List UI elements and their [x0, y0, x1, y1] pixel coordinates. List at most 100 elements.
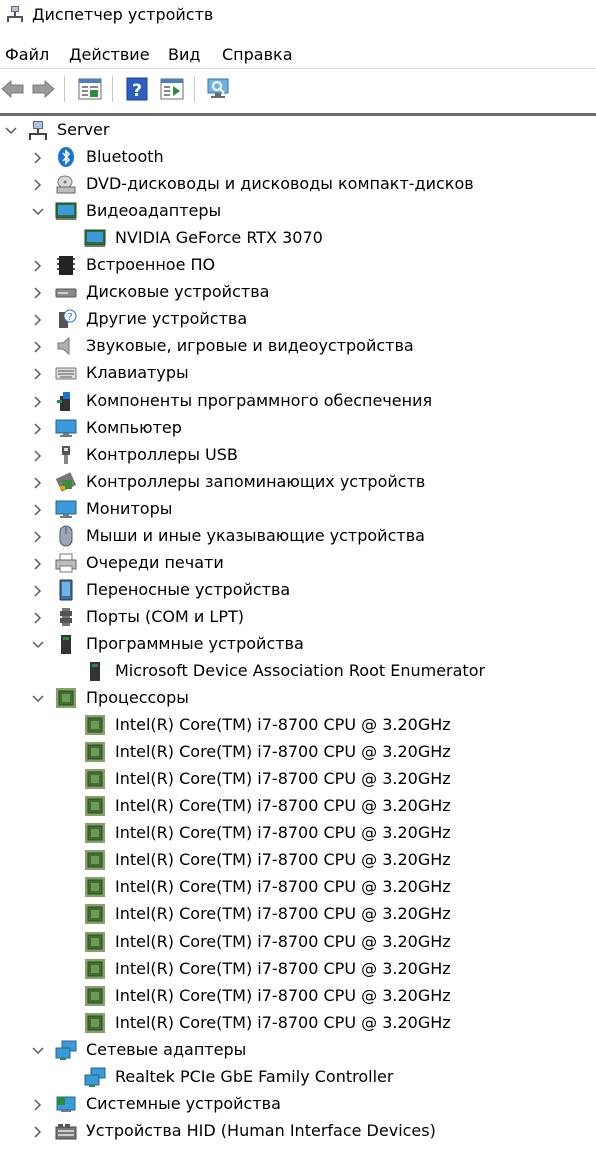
- port-icon: [55, 606, 77, 628]
- tree-item-label: Процессоры: [86, 688, 189, 708]
- chevron-right-icon[interactable]: [31, 556, 45, 570]
- tree-device[interactable]: Intel(R) Core(TM) i7-8700 CPU @ 3.20GHz: [0, 983, 596, 1010]
- chevron-right-icon[interactable]: [31, 610, 45, 624]
- computer-network-icon: [27, 119, 49, 141]
- tree-root[interactable]: Server: [0, 117, 596, 144]
- tree-item-label: Intel(R) Core(TM) i7-8700 CPU @ 3.20GHz: [115, 931, 451, 951]
- processor-icon: [84, 903, 106, 925]
- chevron-right-icon[interactable]: [31, 150, 45, 164]
- tree-category[interactable]: Мониторы: [0, 496, 596, 523]
- tree-device[interactable]: Intel(R) Core(TM) i7-8700 CPU @ 3.20GHz: [0, 712, 596, 739]
- menu-action[interactable]: Действие: [69, 45, 150, 64]
- tree-device[interactable]: Intel(R) Core(TM) i7-8700 CPU @ 3.20GHz: [0, 766, 596, 793]
- chevron-down-icon[interactable]: [31, 637, 45, 651]
- chevron-down-icon[interactable]: [31, 204, 45, 218]
- tree-device[interactable]: Intel(R) Core(TM) i7-8700 CPU @ 3.20GHz: [0, 929, 596, 956]
- chevron-right-icon[interactable]: [31, 502, 45, 516]
- tree-category[interactable]: Мыши и иные указывающие устройства: [0, 523, 596, 550]
- tree-device[interactable]: Intel(R) Core(TM) i7-8700 CPU @ 3.20GHz: [0, 793, 596, 820]
- processor-icon: [84, 741, 106, 763]
- tree-category[interactable]: Контроллеры USB: [0, 442, 596, 469]
- chevron-right-icon[interactable]: [31, 394, 45, 408]
- properties-icon: [78, 78, 102, 100]
- portable-device-icon: [55, 579, 77, 601]
- scan-hardware-button[interactable]: [205, 76, 231, 102]
- properties-button[interactable]: [77, 76, 103, 102]
- tree-device[interactable]: NVIDIA GeForce RTX 3070: [0, 225, 596, 252]
- back-button[interactable]: [0, 76, 26, 102]
- menu-view[interactable]: Вид: [168, 45, 200, 64]
- tree-device[interactable]: Intel(R) Core(TM) i7-8700 CPU @ 3.20GHz: [0, 956, 596, 983]
- tree-category[interactable]: Очереди печати: [0, 550, 596, 577]
- forward-button[interactable]: [30, 76, 56, 102]
- chevron-right-icon[interactable]: [31, 421, 45, 435]
- usb-icon: [55, 444, 77, 466]
- help-button[interactable]: ?: [124, 76, 150, 102]
- tree-item-label: Контроллеры запоминающих устройств: [86, 471, 426, 491]
- tree-item-label: Intel(R) Core(TM) i7-8700 CPU @ 3.20GHz: [115, 850, 451, 870]
- chevron-down-icon[interactable]: [4, 123, 18, 137]
- tree-item-label: Intel(R) Core(TM) i7-8700 CPU @ 3.20GHz: [115, 877, 451, 897]
- tree-item-label: Системные устройства: [86, 1093, 281, 1113]
- tree-category[interactable]: Программные устройства: [0, 631, 596, 658]
- tree-category[interactable]: Видеоадаптеры: [0, 198, 596, 225]
- chevron-right-icon[interactable]: [31, 177, 45, 191]
- tree-category[interactable]: Порты (COM и LPT): [0, 604, 596, 631]
- tree-category[interactable]: Устройства HID (Human Interface Devices): [0, 1118, 596, 1145]
- tree-item-label: Компьютер: [86, 417, 182, 437]
- tree-category[interactable]: DVD-дисководы и дисководы компакт-дисков: [0, 171, 596, 198]
- chevron-right-icon[interactable]: [31, 339, 45, 353]
- tree-device[interactable]: Intel(R) Core(TM) i7-8700 CPU @ 3.20GHz: [0, 874, 596, 901]
- speaker-icon: [55, 335, 77, 357]
- chevron-down-icon[interactable]: [31, 1043, 45, 1057]
- tree-category[interactable]: Сетевые адаптеры: [0, 1037, 596, 1064]
- tree-category[interactable]: Компоненты программного обеспечения: [0, 388, 596, 415]
- tree-item-label: Intel(R) Core(TM) i7-8700 CPU @ 3.20GHz: [115, 769, 451, 789]
- tree-device[interactable]: Intel(R) Core(TM) i7-8700 CPU @ 3.20GHz: [0, 1010, 596, 1037]
- chevron-right-icon[interactable]: [31, 1124, 45, 1138]
- chevron-right-icon[interactable]: [31, 529, 45, 543]
- tree-device[interactable]: Realtek PCIe GbE Family Controller: [0, 1064, 596, 1091]
- update-driver-button[interactable]: [159, 76, 185, 102]
- tree-category[interactable]: Звуковые, игровые и видеоустройства: [0, 333, 596, 360]
- chevron-right-icon[interactable]: [31, 312, 45, 326]
- tree-device[interactable]: Intel(R) Core(TM) i7-8700 CPU @ 3.20GHz: [0, 820, 596, 847]
- chevron-right-icon[interactable]: [31, 475, 45, 489]
- software-component-icon: [55, 390, 77, 412]
- processor-icon: [84, 1012, 106, 1034]
- tree-device[interactable]: Intel(R) Core(TM) i7-8700 CPU @ 3.20GHz: [0, 847, 596, 874]
- chevron-right-icon[interactable]: [31, 366, 45, 380]
- menu-help[interactable]: Справка: [222, 45, 293, 64]
- update-icon: [160, 78, 184, 100]
- chevron-down-icon[interactable]: [31, 691, 45, 705]
- menu-file[interactable]: Файл: [5, 45, 49, 64]
- chevron-right-icon[interactable]: [31, 583, 45, 597]
- tree-category[interactable]: Системные устройства: [0, 1091, 596, 1118]
- tree-category[interactable]: Клавиатуры: [0, 360, 596, 387]
- tree-item-label: Intel(R) Core(TM) i7-8700 CPU @ 3.20GHz: [115, 715, 451, 735]
- tree-device[interactable]: Intel(R) Core(TM) i7-8700 CPU @ 3.20GHz: [0, 901, 596, 928]
- tree-item-label: Intel(R) Core(TM) i7-8700 CPU @ 3.20GHz: [115, 904, 451, 924]
- tree-category[interactable]: Встроенное ПО: [0, 252, 596, 279]
- chevron-right-icon[interactable]: [31, 448, 45, 462]
- tree-item-label: Intel(R) Core(TM) i7-8700 CPU @ 3.20GHz: [115, 823, 451, 843]
- computer-icon: [55, 417, 77, 439]
- tree-device[interactable]: Intel(R) Core(TM) i7-8700 CPU @ 3.20GHz: [0, 739, 596, 766]
- tree-category[interactable]: ? Другие устройства: [0, 306, 596, 333]
- processor-icon: [84, 958, 106, 980]
- tree-category[interactable]: Дисковые устройства: [0, 279, 596, 306]
- tree-category[interactable]: Компьютер: [0, 415, 596, 442]
- chevron-right-icon[interactable]: [31, 1097, 45, 1111]
- software-device-icon: [55, 633, 77, 655]
- tree-category[interactable]: Bluetooth: [0, 144, 596, 171]
- tree-device[interactable]: Microsoft Device Association Root Enumer…: [0, 658, 596, 685]
- tree-category[interactable]: Контроллеры запоминающих устройств: [0, 469, 596, 496]
- network-adapter-icon: [55, 1039, 77, 1061]
- chevron-right-icon[interactable]: [31, 285, 45, 299]
- chevron-right-icon[interactable]: [31, 258, 45, 272]
- tree-category[interactable]: Процессоры: [0, 685, 596, 712]
- tree-category[interactable]: Переносные устройства: [0, 577, 596, 604]
- dvd-drive-icon: [55, 173, 77, 195]
- tree-item-label: Клавиатуры: [86, 363, 189, 383]
- tree-item-label: Сетевые адаптеры: [86, 1039, 247, 1059]
